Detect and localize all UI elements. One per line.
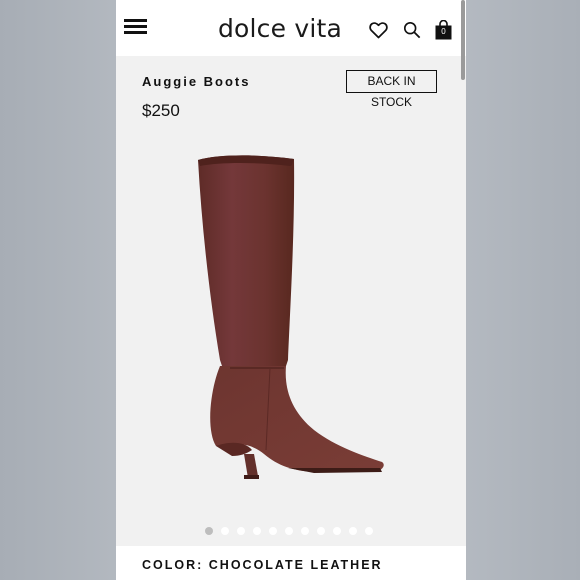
color-section: COLOR: CHOCOLATE LEATHER (116, 546, 466, 580)
gallery-dot[interactable] (365, 527, 373, 535)
gallery-dot[interactable] (333, 527, 341, 535)
cart-count: 0 (441, 27, 446, 36)
scrollbar[interactable] (461, 0, 465, 80)
color-label: COLOR: CHOCOLATE LEATHER (142, 558, 383, 572)
product-price: $250 (142, 101, 180, 120)
search-icon[interactable] (403, 21, 421, 39)
gallery-dot[interactable] (253, 527, 261, 535)
heart-icon[interactable] (369, 21, 388, 39)
gallery-dot[interactable] (285, 527, 293, 535)
gallery-dot[interactable] (317, 527, 325, 535)
gallery-dot[interactable] (301, 527, 309, 535)
gallery-dot[interactable] (237, 527, 245, 535)
brand-logo[interactable]: dolce vita (216, 14, 344, 43)
gallery-dot[interactable] (205, 527, 213, 535)
site-header: dolce vita 0 (116, 0, 466, 80)
gallery-dot[interactable] (221, 527, 229, 535)
product-image[interactable] (186, 150, 396, 490)
menu-icon[interactable] (124, 19, 147, 35)
phone-screen: dolce vita 0 Auggie Boots BACK IN STOCK … (116, 0, 466, 580)
stock-badge: BACK IN STOCK (346, 70, 437, 109)
gallery-dot[interactable] (349, 527, 357, 535)
cart-button[interactable]: 0 (435, 19, 452, 40)
gallery-dot[interactable] (269, 527, 277, 535)
product-title: Auggie Boots (142, 74, 251, 89)
